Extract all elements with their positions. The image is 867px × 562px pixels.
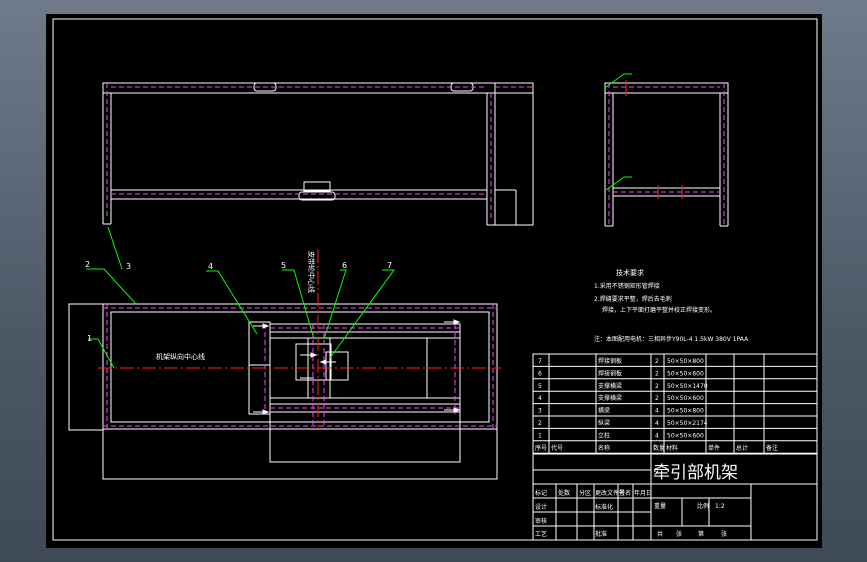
bom-cell-no: 7 [538, 358, 542, 365]
tb-approve: 批准 [595, 530, 607, 538]
tb-total: 共 [657, 530, 663, 538]
bom-cell-no: 5 [538, 383, 542, 390]
tb-sheet: 张 [721, 530, 727, 538]
bom-header-cell: 总计 [736, 444, 748, 452]
bom-cell-qty: 2 [655, 358, 659, 365]
callout-6: 6 [342, 261, 347, 270]
bom-cell-name: 支撑横梁 [598, 382, 622, 390]
bom-cell-spec: 50×50×800 [667, 408, 704, 415]
bom-cell-qty: 4 [655, 420, 659, 427]
bill-of-materials: 7 焊接钢板 2 50×50×800 6 焊接钢板 2 50×50×600 5 支撑横梁 2 50×5… [532, 353, 818, 454]
bom-cell-no: 6 [538, 370, 542, 377]
bom-cell-name: 横梁 [598, 407, 610, 415]
tb-design: 设计 [535, 503, 547, 511]
tb-process: 工艺 [535, 530, 547, 538]
svg-text:焊接，上下平面打磨平整并校正焊接变形。: 焊接，上下平面打磨平整并校正焊接变形。 [602, 306, 716, 314]
weight-label: 重量 [654, 502, 666, 510]
tb-sheets: 张 [676, 530, 682, 538]
tb-mark: 标记 [535, 489, 547, 497]
callout-2: 2 [85, 260, 90, 269]
tb-no: 第 [698, 530, 704, 538]
pulley-center-label: 皮带轮中心线 [307, 251, 316, 293]
bom-header-cell: 序号 [535, 444, 547, 452]
bom-cell-spec: 50×50×1470 [667, 383, 708, 390]
bom-header-cell: 材料 [666, 444, 678, 452]
svg-text:2.焊缝要求平整，焊后去毛刺: 2.焊缝要求平整，焊后去毛刺 [594, 295, 672, 303]
scale-label: 比例 [697, 502, 709, 510]
bom-cell-no: 3 [538, 408, 542, 415]
tb-standard: 标准化 [595, 503, 613, 511]
leader-lines [86, 226, 395, 369]
callout-5: 5 [281, 261, 286, 270]
svg-text:注：本图配用电机：三相异步Y90L-4 1.5kW 380V: 注：本图配用电机：三相异步Y90L-4 1.5kW 380V 1PAA [594, 335, 749, 343]
bom-header-cell: 名称 [598, 444, 610, 452]
tb-zone: 分区 [579, 489, 591, 497]
bom-cell-name: 支撑横梁 [598, 394, 622, 402]
bom-header-cell: 代号 [551, 444, 563, 452]
bom-header-cell: 单件 [708, 444, 720, 452]
svg-text:1.采用不锈钢矩形管焊接: 1.采用不锈钢矩形管焊接 [594, 282, 660, 290]
bom-cell-name: 纵梁 [598, 419, 610, 427]
tb-sign: 签名 [619, 489, 631, 497]
bom-header-cell: 数量 [653, 444, 665, 452]
bom-cell-no: 4 [538, 395, 542, 402]
bom-cell-qty: 4 [655, 432, 659, 439]
drawing-title: 牵引部机架 [653, 463, 738, 483]
bom-cell-spec: 50×50×600 [667, 395, 704, 402]
side-view [604, 73, 729, 227]
bom-cell-name: 焊接钢板 [598, 369, 622, 377]
front-view [102, 82, 534, 226]
bom-cell-name: 立柱 [598, 431, 610, 439]
bom-header-cell: 备注 [766, 444, 778, 452]
tb-count: 处数 [558, 489, 570, 497]
bom-cell-spec: 50×50×600 [667, 370, 704, 377]
svg-text:技术要求: 技术要求 [616, 268, 644, 277]
bom-cell-spec: 50×50×600 [667, 432, 704, 439]
plan-view [68, 249, 501, 480]
bom-cell-qty: 2 [655, 395, 659, 402]
center-line-label: 机架纵向中心线 [156, 352, 205, 361]
ratio-value: 1:2 [715, 503, 725, 510]
bom-cell-spec: 50×50×800 [667, 358, 704, 365]
bom-cell-qty: 2 [655, 383, 659, 390]
bom-cell-no: 1 [538, 432, 542, 439]
technical-requirements: 技术要求 1.采用不锈钢矩形管焊接 2.焊缝要求平整，焊后去毛刺 焊接，上下平面… [594, 268, 749, 343]
bom-cell-no: 2 [538, 420, 542, 427]
engineering-drawing: 1 2 3 4 5 6 7 机架纵向中心线 皮带轮中心线 技术要求 1.采用不锈… [52, 18, 818, 541]
bom-cell-qty: 2 [655, 370, 659, 377]
callout-4: 4 [208, 262, 213, 271]
callout-3: 3 [126, 262, 131, 271]
cad-viewport[interactable]: 1 2 3 4 5 6 7 机架纵向中心线 皮带轮中心线 技术要求 1.采用不锈… [46, 14, 822, 548]
callout-1: 1 [87, 334, 92, 343]
bom-cell-spec: 50×50×2174 [667, 420, 708, 427]
bom-cell-name: 焊接钢板 [598, 357, 622, 365]
callout-7: 7 [387, 261, 392, 270]
tb-date: 年月日 [634, 489, 652, 497]
bom-cell-qty: 4 [655, 408, 659, 415]
title-block: 牵引部机架 比例 1:2 重量 标记 处数 分区 更改文件号 签名 年月日 设计… [532, 453, 818, 541]
tb-review: 审核 [535, 517, 547, 525]
